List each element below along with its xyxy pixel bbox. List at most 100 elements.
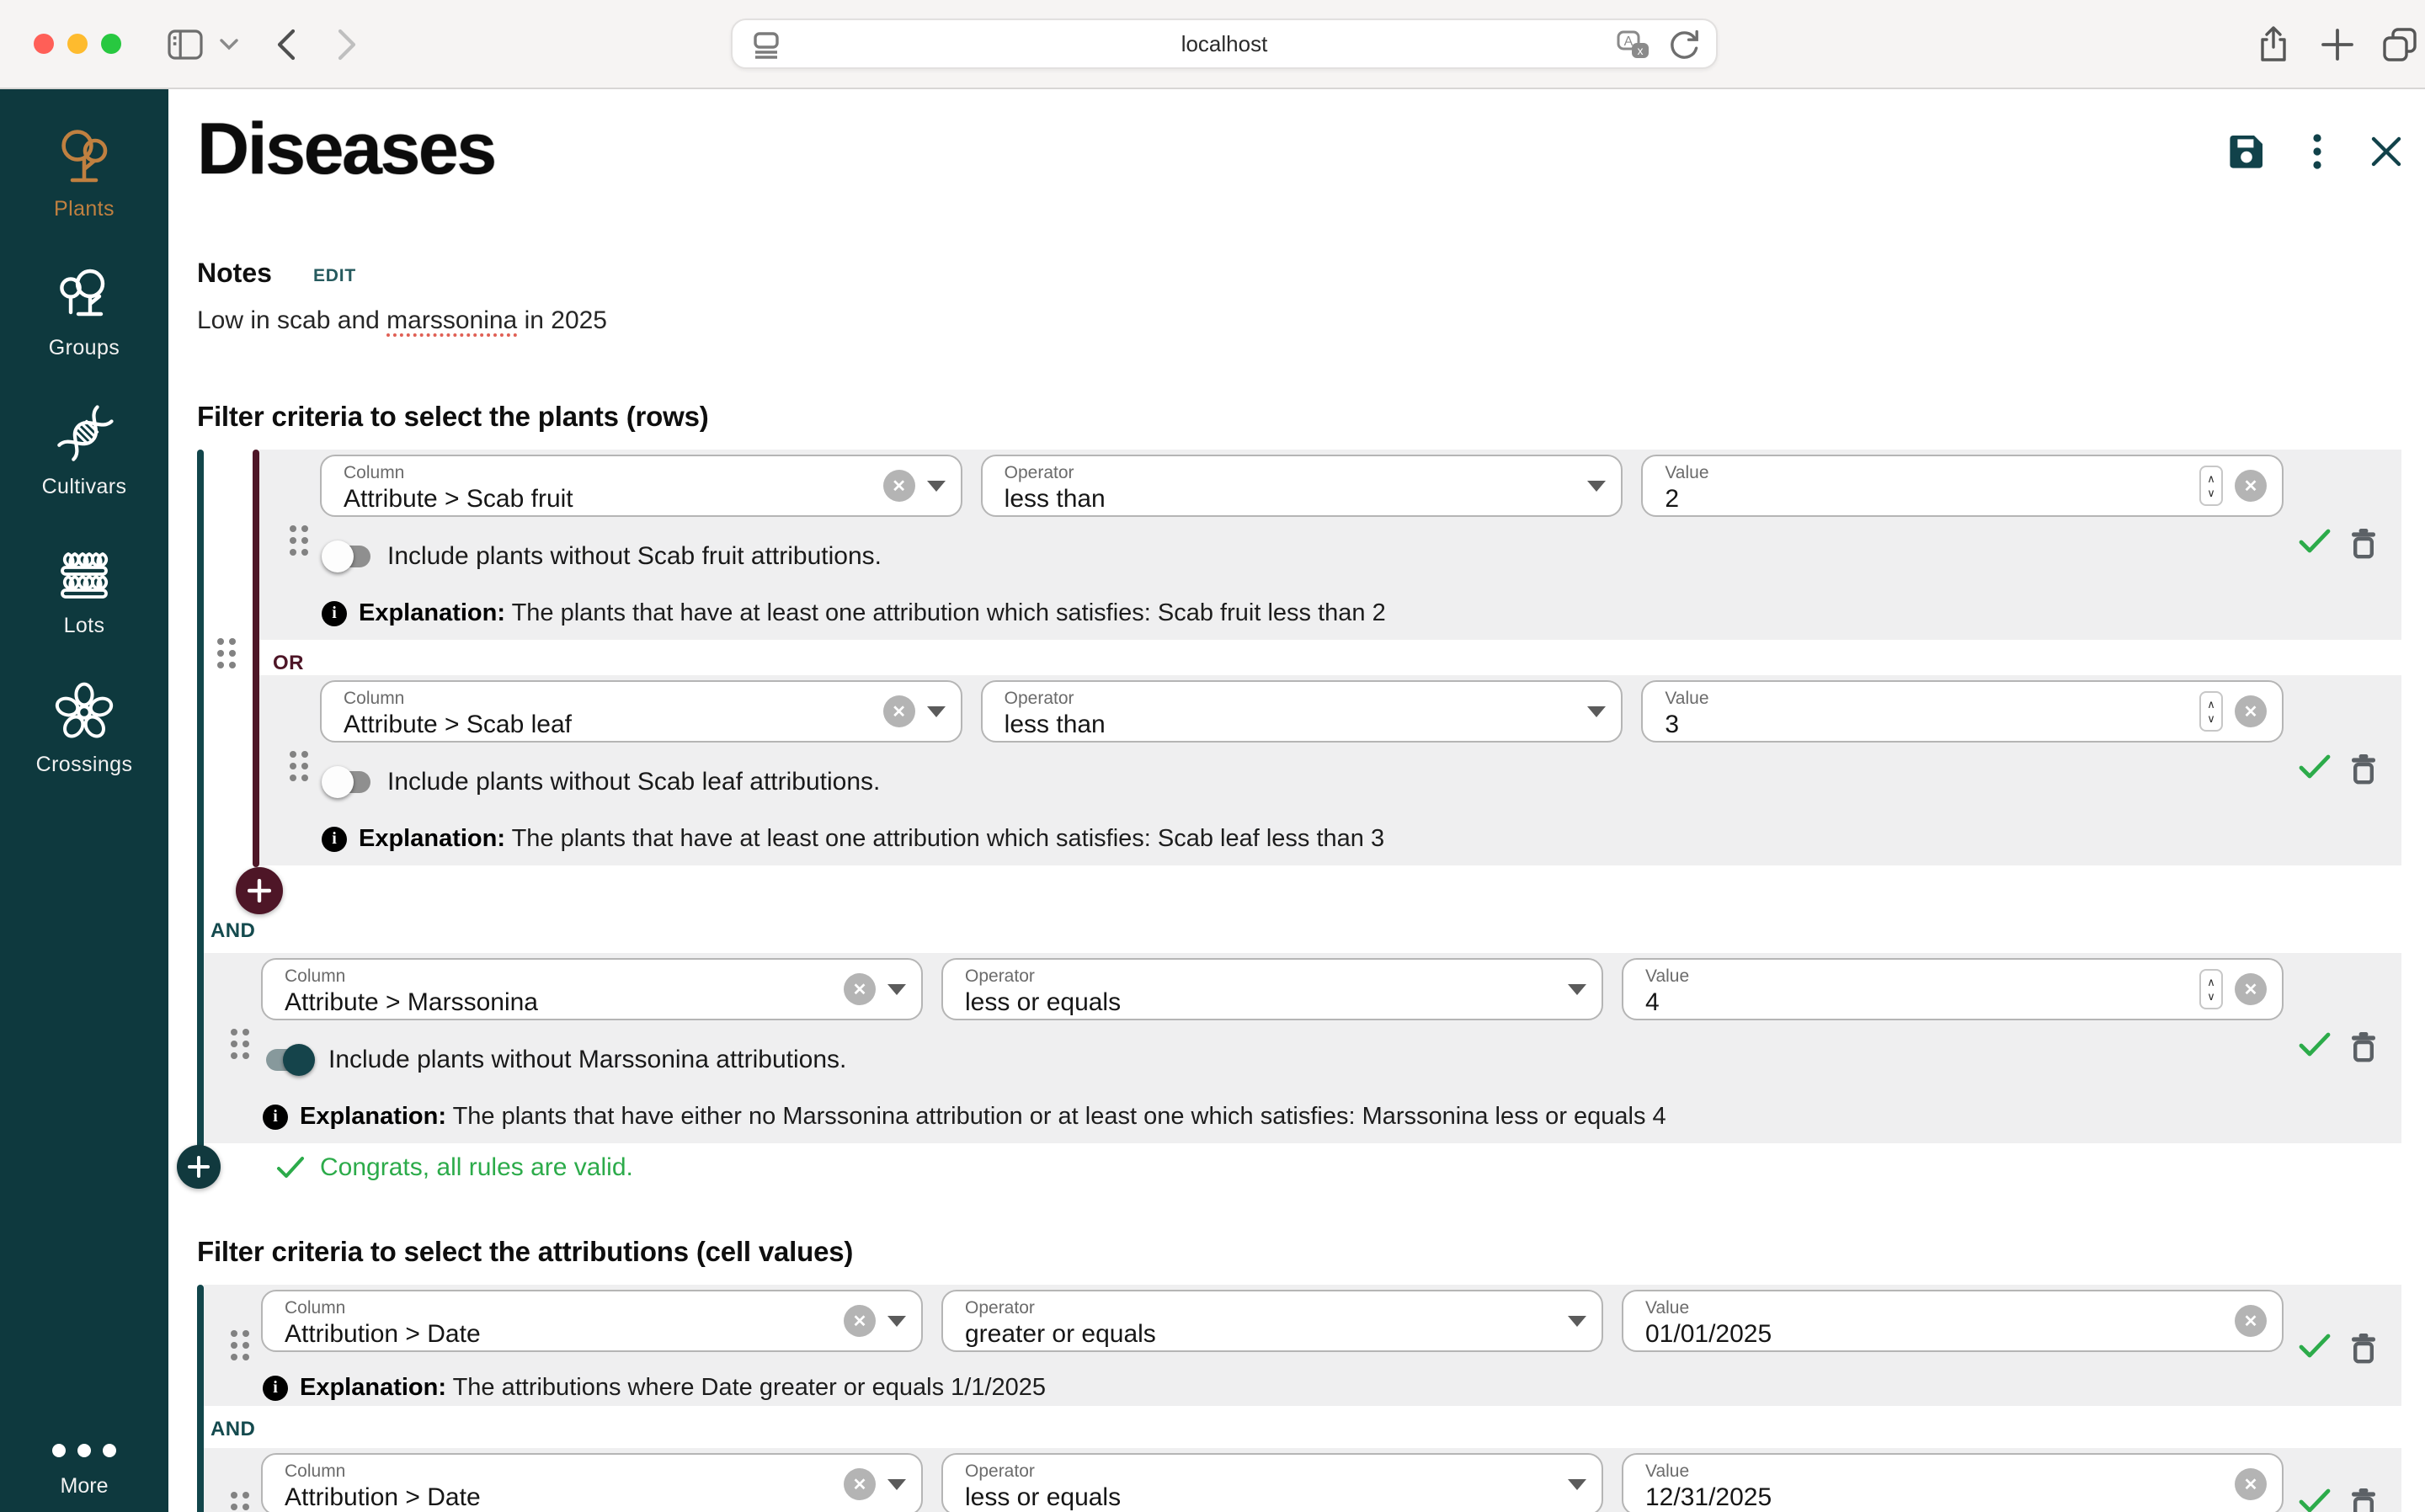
chevron-down-icon[interactable] [1568,1316,1586,1327]
kebab-menu-icon[interactable] [2297,131,2337,172]
tab-overview-icon[interactable] [2378,0,2422,89]
and-group-rail [197,1285,204,1512]
rule-drag-handle[interactable] [231,1330,249,1360]
filter-rule: Column Attribution > Date ✕ Operator les… [204,1448,2401,1512]
chevron-down-icon[interactable] [1568,1479,1586,1490]
chevron-down-icon[interactable] [927,706,946,717]
field-value: Attribute > Scab fruit [344,485,573,514]
clear-icon[interactable]: ✕ [2235,973,2267,1005]
clear-icon[interactable]: ✕ [2235,1468,2267,1500]
delete-rule-icon[interactable] [2348,751,2380,785]
filter-rule: Column Attribute > Scab fruit ✕ Operator… [259,450,2401,640]
sidebar-item-more[interactable]: More [0,1444,168,1499]
info-icon: i [322,601,347,626]
add-rule-or-group-button[interactable] [236,867,283,914]
chevron-down-icon[interactable] [887,1479,906,1490]
sidebar-item-plants[interactable]: Plants [0,123,168,221]
chevron-down-icon[interactable] [887,1316,906,1327]
field-label: Value [1665,463,1708,483]
sidebar-item-crossings[interactable]: Crossings [0,679,168,777]
include-without-toggle[interactable] [266,1049,312,1071]
sidebar-item-label: Plants [54,197,115,221]
column-select[interactable]: Column Attribution > Date ✕ [261,1453,923,1512]
rule-drag-handle[interactable] [231,1029,249,1059]
clear-icon[interactable]: ✕ [883,470,915,502]
field-value: less or equals [965,1483,1121,1512]
filter-rule: Column Attribute > Scab leaf ✕ Operator … [259,675,2401,865]
value-input[interactable]: Value 01/01/2025 ✕ [1622,1290,2284,1352]
window-zoom-button[interactable] [101,34,121,54]
filter-rule: Column Attribute > Marssonina ✕ Operator… [204,953,2401,1143]
value-input[interactable]: Value 12/31/2025 ✕ [1622,1453,2284,1512]
field-label: Operator [1005,463,1074,483]
or-group-drag-handle[interactable] [217,638,236,668]
delete-rule-icon[interactable] [2348,1485,2380,1512]
info-icon: i [263,1376,288,1401]
operator-select[interactable]: Operator greater or equals [941,1290,1603,1352]
back-icon[interactable] [271,0,301,89]
clear-icon[interactable]: ✕ [844,973,876,1005]
window-minimize-button[interactable] [67,34,88,54]
column-select[interactable]: Column Attribute > Marssonina ✕ [261,958,923,1020]
delete-rule-icon[interactable] [2348,1029,2380,1062]
sidebar-item-groups[interactable]: Groups [0,262,168,360]
operator-select[interactable]: Operator less than [981,680,1623,743]
column-select[interactable]: Column Attribute > Scab leaf ✕ [320,680,962,743]
close-icon[interactable] [2366,131,2406,172]
clear-icon[interactable]: ✕ [2235,695,2267,727]
value-input[interactable]: Value 4 ∧∨✕ [1622,958,2284,1020]
chevron-down-icon[interactable] [887,984,906,995]
flower-icon [51,679,118,746]
chevron-down-icon[interactable] [217,0,241,89]
address-bar[interactable]: localhost A x [731,19,1718,69]
field-label: Column [344,689,404,709]
field-label: Value [1645,1461,1689,1482]
rule-drag-handle[interactable] [290,525,308,556]
reload-icon[interactable] [1666,27,1703,64]
delete-rule-icon[interactable] [2348,1330,2380,1364]
more-dots-icon [52,1444,116,1457]
sidebar-item-cultivars[interactable]: Cultivars [0,401,168,499]
window-close-button[interactable] [34,34,54,54]
include-without-toggle[interactable] [325,771,370,793]
new-tab-icon[interactable] [2317,0,2358,89]
notes-edit-button[interactable]: EDIT [313,266,356,286]
chevron-down-icon[interactable] [1587,706,1606,717]
sidebar-item-lots[interactable]: Lots [0,540,168,638]
browser-toolbar: localhost A x [0,0,2425,89]
operator-select[interactable]: Operator less or equals [941,958,1603,1020]
sidebar-toggle-icon[interactable] [165,0,205,89]
number-stepper[interactable]: ∧∨ [2199,691,2223,732]
clear-icon[interactable]: ✕ [2235,470,2267,502]
forward-icon[interactable] [332,0,362,89]
sidebar-item-label: Crossings [36,753,133,777]
plants-filter-group: Column Attribute > Scab fruit ✕ Operator… [197,450,2401,1201]
notes-text: Low in scab and marssonina in 2025 [197,306,607,335]
explanation-text: Explanation: The plants that have at lea… [359,599,1386,627]
delete-rule-icon[interactable] [2348,525,2380,559]
operator-select[interactable]: Operator less than [981,455,1623,517]
clear-icon[interactable]: ✕ [844,1305,876,1337]
share-icon[interactable] [2253,0,2294,89]
include-without-toggle[interactable] [325,546,370,567]
rule-drag-handle[interactable] [290,751,308,781]
rule-drag-handle[interactable] [231,1492,249,1512]
value-input[interactable]: Value 2 ∧∨✕ [1641,455,2284,517]
field-label: Column [285,1461,345,1482]
clear-icon[interactable]: ✕ [883,695,915,727]
save-button[interactable] [2226,131,2267,172]
translate-icon[interactable]: A x [1615,27,1652,64]
chevron-down-icon[interactable] [1568,984,1586,995]
operator-select[interactable]: Operator less or equals [941,1453,1603,1512]
number-stepper[interactable]: ∧∨ [2199,466,2223,506]
add-rule-and-group-button[interactable] [177,1145,221,1189]
chevron-down-icon[interactable] [1587,481,1606,492]
clear-icon[interactable]: ✕ [2235,1305,2267,1337]
column-select[interactable]: Column Attribution > Date ✕ [261,1290,923,1352]
number-stepper[interactable]: ∧∨ [2199,969,2223,1009]
application-window: localhost A x [0,0,2425,1512]
column-select[interactable]: Column Attribute > Scab fruit ✕ [320,455,962,517]
chevron-down-icon[interactable] [927,481,946,492]
clear-icon[interactable]: ✕ [844,1468,876,1500]
value-input[interactable]: Value 3 ∧∨✕ [1641,680,2284,743]
